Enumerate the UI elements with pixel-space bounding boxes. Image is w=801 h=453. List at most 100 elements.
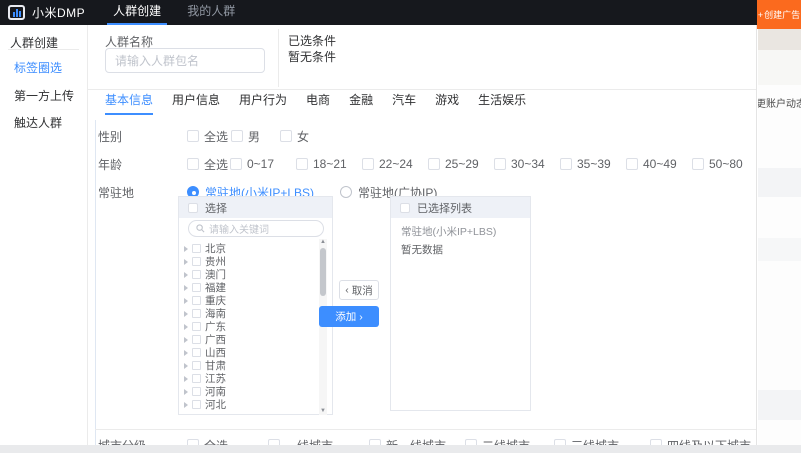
caret-right-icon[interactable] [184, 336, 188, 343]
checkbox-icon [296, 158, 308, 170]
caret-right-icon[interactable] [184, 362, 188, 369]
caret-right-icon[interactable] [184, 297, 188, 304]
region-search-input[interactable]: 请输入关键词 [188, 220, 324, 237]
checkbox-label: 50~80 [709, 157, 743, 171]
checkbox-age-40-49[interactable]: 40~49 [626, 157, 692, 171]
tab-user-behavior[interactable]: 用户行为 [239, 91, 287, 115]
checkbox-icon [560, 158, 572, 170]
gender-row: 性别 全选 男 女 [98, 124, 309, 148]
tree-item-macau[interactable]: 澳门 [184, 268, 316, 281]
caret-right-icon[interactable] [184, 349, 188, 356]
age-label: 年龄 [98, 157, 123, 172]
tab-lifestyle[interactable]: 生活娱乐 [478, 91, 526, 115]
top-nav: 人群创建 我的人群 [107, 0, 255, 25]
caret-right-icon[interactable] [184, 388, 188, 395]
checkbox-icon [192, 283, 201, 292]
strip-block [758, 29, 801, 50]
search-placeholder: 请输入关键词 [209, 225, 269, 236]
create-ad-button[interactable]: + 创建广告 [757, 0, 801, 29]
checkbox-age-0-17[interactable]: 0~17 [230, 157, 296, 171]
app-root: 小米DMP 人群创建 我的人群 +创建广告 更账户动态 人群创建 标签圈选 第一… [0, 0, 801, 453]
selected-conditions-label: 已选条件 [288, 34, 337, 48]
tab-user-info[interactable]: 用户信息 [172, 91, 220, 115]
select-all-checkbox-icon[interactable] [188, 202, 198, 213]
scrollbar-thumb[interactable] [320, 248, 326, 296]
tab-finance[interactable]: 金融 [349, 91, 373, 115]
checkbox-age-35-39[interactable]: 35~39 [560, 157, 626, 171]
nav-item-my-audiences[interactable]: 我的人群 [181, 0, 241, 25]
sidebar-item-first-party-upload[interactable]: 第一方上传 [14, 87, 74, 104]
tree-item-henan[interactable]: 河南 [184, 385, 316, 398]
caret-right-icon[interactable] [184, 310, 188, 317]
sidebar-divider [8, 49, 79, 50]
caret-right-icon[interactable] [184, 245, 188, 252]
strip-text: 更账户动态 [758, 99, 801, 110]
tree-item-hainan[interactable]: 海南 [184, 307, 316, 320]
checkbox-age-25-29[interactable]: 25~29 [428, 157, 494, 171]
list-scrollbar[interactable]: ▲ ▼ [319, 239, 327, 415]
checkbox-gender-all[interactable]: 全选 [187, 128, 231, 145]
checkbox-icon [692, 158, 704, 170]
add-button[interactable]: 添加 › [319, 306, 379, 327]
residence-label: 常驻地 [98, 185, 135, 200]
scroll-down-icon[interactable]: ▼ [319, 408, 327, 415]
checkbox-age-30-34[interactable]: 30~34 [494, 157, 560, 171]
checkbox-icon [192, 296, 201, 305]
background-window-strip: 更账户动态 [758, 29, 801, 453]
tab-basic-info[interactable]: 基本信息 [105, 91, 154, 115]
checkbox-gender-male[interactable]: 男 [231, 128, 280, 145]
tree-item-guizhou[interactable]: 贵州 [184, 255, 316, 268]
checkbox-label: 0~17 [247, 157, 275, 171]
checkbox-label: 18~21 [313, 157, 347, 171]
radio-icon [340, 186, 353, 198]
caret-right-icon[interactable] [184, 284, 188, 291]
tab-games[interactable]: 游戏 [435, 91, 459, 115]
plus-icon: + [757, 9, 764, 20]
tab-auto[interactable]: 汽车 [392, 91, 416, 115]
selected-panel-header: 已选择列表 [391, 197, 530, 218]
tree-item-shanxi[interactable]: 山西 [184, 346, 316, 359]
tree-item-fujian[interactable]: 福建 [184, 281, 316, 294]
tab-ecommerce[interactable]: 电商 [306, 91, 330, 115]
main-content: 人群名称 已选条件 暂无条件 基本信息 用户信息 用户行为 电商 金融 汽车 游… [88, 25, 757, 453]
topbar: 小米DMP 人群创建 我的人群 [0, 0, 758, 25]
caret-right-icon[interactable] [184, 258, 188, 265]
checkbox-icon [192, 374, 201, 383]
checkbox-age-18-21[interactable]: 18~21 [296, 157, 362, 171]
checkbox-age-50-80[interactable]: 50~80 [692, 157, 756, 171]
tree-item-guangxi[interactable]: 广西 [184, 333, 316, 346]
checkbox-icon [187, 158, 199, 170]
checkbox-age-22-24[interactable]: 22~24 [362, 157, 428, 171]
checkbox-icon [280, 130, 292, 142]
tree-item-guangdong[interactable]: 广东 [184, 320, 316, 333]
sidebar-item-tag-select[interactable]: 标签圈选 [14, 59, 62, 76]
age-row: 年龄 全选 0~17 18~21 22~24 25~29 30~34 35~39… [98, 152, 756, 176]
tree-item-label: 河北 [205, 399, 226, 411]
caret-right-icon[interactable] [184, 375, 188, 382]
tree-item-chongqing[interactable]: 重庆 [184, 294, 316, 307]
checkbox-age-all[interactable]: 全选 [187, 156, 230, 173]
nav-item-audience-create[interactable]: 人群创建 [107, 0, 168, 25]
add-label: 添加 [335, 311, 357, 323]
checkbox-icon [187, 130, 199, 142]
cancel-button[interactable]: ‹ 取消 [339, 280, 379, 300]
region-source-panel: 选择 请输入关键词 北京 贵州 澳门 福建 重庆 海南 广东 广西 山西 甘肃 … [178, 196, 333, 415]
checkbox-icon [192, 270, 201, 279]
caret-right-icon[interactable] [184, 271, 188, 278]
caret-right-icon[interactable] [184, 323, 188, 330]
checkbox-label: 25~29 [445, 157, 479, 171]
sidebar-item-reach-audience[interactable]: 触达人群 [14, 114, 62, 131]
tree-item-hebei[interactable]: 河北 [184, 398, 316, 411]
tree-item-beijing[interactable]: 北京 [184, 242, 316, 255]
caret-right-icon[interactable] [184, 401, 188, 408]
checkbox-label: 22~24 [379, 157, 413, 171]
scroll-up-icon[interactable]: ▲ [319, 239, 327, 246]
tree-item-gansu[interactable]: 甘肃 [184, 359, 316, 372]
select-all-checkbox-icon[interactable] [400, 202, 410, 213]
tree-item-jiangsu[interactable]: 江苏 [184, 372, 316, 385]
checkbox-icon [192, 400, 201, 409]
checkbox-gender-female[interactable]: 女 [280, 128, 309, 145]
strip-block [758, 168, 801, 197]
audience-name-input[interactable] [105, 48, 265, 73]
source-panel-title: 选择 [205, 202, 227, 215]
